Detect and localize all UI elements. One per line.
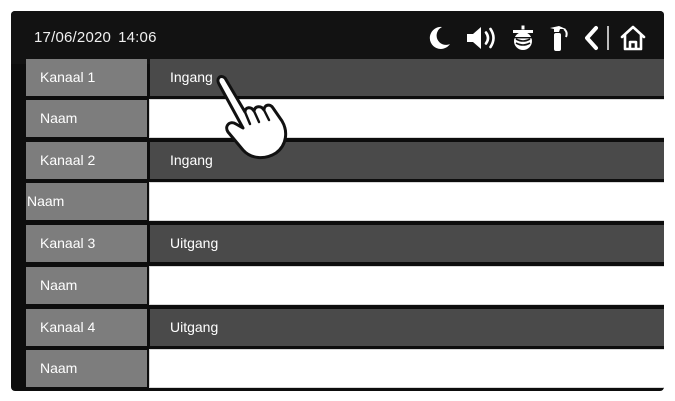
channel-row-3: Kanaal 3 Uitgang	[26, 225, 664, 262]
name-input[interactable]	[149, 99, 664, 138]
fire-extinguisher-icon[interactable]	[547, 24, 569, 52]
name-label: Naam	[26, 350, 147, 387]
name-row-3: Naam	[26, 266, 664, 305]
moon-icon[interactable]	[427, 25, 451, 51]
name-input[interactable]	[149, 349, 664, 388]
channel-label: Kanaal 1	[26, 59, 147, 96]
name-row-4: Naam	[26, 349, 664, 388]
channel-row-1: Kanaal 1 Ingang	[26, 59, 664, 96]
channel-row-4: Kanaal 4 Uitgang	[26, 309, 664, 346]
back-icon[interactable]	[583, 25, 599, 51]
name-label: Naam	[26, 267, 147, 304]
name-input[interactable]	[149, 266, 664, 305]
channel-label: Kanaal 3	[26, 225, 147, 262]
name-label: Naam	[26, 100, 147, 137]
channel-mode-field[interactable]: Uitgang	[150, 309, 664, 346]
date-text: 17/06/2020	[34, 29, 112, 46]
channel-row-2: Kanaal 2 Ingang	[26, 142, 664, 179]
speaker-icon[interactable]	[465, 25, 499, 51]
name-row-1: Naam	[26, 99, 664, 138]
alarm-bell-icon[interactable]	[511, 25, 535, 51]
channel-mode-field[interactable]: Ingang	[150, 142, 664, 179]
intercom-screen: 17/06/2020 14:06 Kanaal 1 Ingang Naam Ka…	[11, 11, 664, 391]
name-input[interactable]	[149, 182, 664, 221]
channel-mode-field[interactable]: Uitgang	[150, 225, 664, 262]
date-time: 17/06/2020 14:06	[34, 29, 157, 46]
channel-label: Kanaal 2	[26, 142, 147, 179]
name-label: Naam	[26, 183, 147, 220]
channel-label: Kanaal 4	[26, 309, 147, 346]
status-divider	[607, 26, 609, 50]
name-row-2: Naam	[26, 182, 664, 221]
time-text: 14:06	[118, 29, 157, 46]
channel-mode-field[interactable]: Ingang	[150, 59, 664, 96]
status-icons	[427, 23, 647, 53]
home-icon[interactable]	[619, 24, 647, 52]
status-bar: 17/06/2020 14:06	[11, 11, 664, 64]
